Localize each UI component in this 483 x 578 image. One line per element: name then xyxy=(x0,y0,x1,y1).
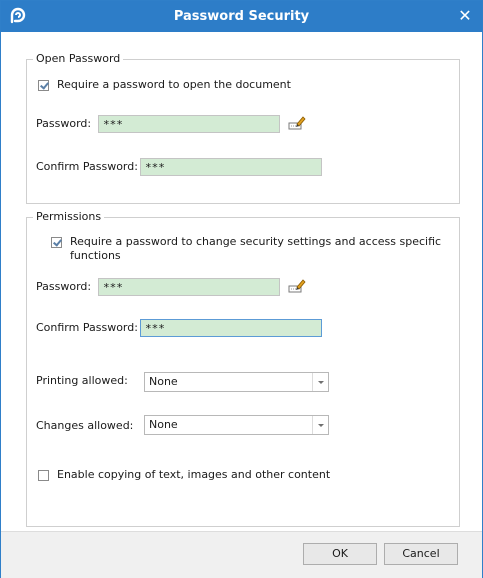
dialog-footer: OK Cancel xyxy=(1,531,482,578)
require-open-password-checkbox[interactable] xyxy=(38,80,49,91)
dialog-title: Password Security xyxy=(173,9,310,24)
open-password-field[interactable] xyxy=(98,115,280,133)
permissions-password-label: Password: xyxy=(36,280,92,293)
edit-password-icon[interactable] xyxy=(288,278,306,294)
ok-button[interactable]: OK xyxy=(303,543,377,565)
require-permissions-password-label-line1: Require a password to change security se… xyxy=(70,235,442,248)
close-icon[interactable]: ✕ xyxy=(456,7,474,25)
changes-allowed-label: Changes allowed: xyxy=(36,419,134,432)
changes-allowed-value: None xyxy=(149,418,178,431)
open-password-label: Password: xyxy=(36,117,92,130)
title-bar: Password Security ✕ xyxy=(1,1,482,32)
printing-allowed-value: None xyxy=(149,375,178,388)
require-open-password-label: Require a password to open the document xyxy=(57,78,291,91)
open-confirm-password-field[interactable] xyxy=(140,158,322,176)
permissions-confirm-password-field[interactable] xyxy=(140,319,322,337)
printing-allowed-select[interactable]: None xyxy=(144,372,329,392)
cancel-button[interactable]: Cancel xyxy=(384,543,458,565)
open-confirm-password-label: Confirm Password: xyxy=(36,160,138,173)
require-permissions-password-checkbox[interactable] xyxy=(51,237,62,248)
chevron-down-icon[interactable] xyxy=(312,373,328,391)
permissions-group: Permissions Require a password to change… xyxy=(26,210,460,527)
password-security-dialog: Password Security ✕ Open Password Requir… xyxy=(0,0,483,578)
chevron-down-icon[interactable] xyxy=(312,416,328,434)
enable-copying-label: Enable copying of text, images and other… xyxy=(57,468,331,481)
open-password-legend: Open Password xyxy=(33,52,124,65)
open-password-group: Open Password Require a password to open… xyxy=(26,52,460,204)
edit-password-icon[interactable] xyxy=(288,115,306,131)
printing-allowed-label: Printing allowed: xyxy=(36,374,128,387)
permissions-legend: Permissions xyxy=(33,210,105,223)
require-permissions-password-label-line2: functions xyxy=(70,249,121,262)
enable-copying-checkbox[interactable] xyxy=(38,470,49,481)
permissions-password-field[interactable] xyxy=(98,278,280,296)
permissions-confirm-password-label: Confirm Password: xyxy=(36,321,138,334)
changes-allowed-select[interactable]: None xyxy=(144,415,329,435)
